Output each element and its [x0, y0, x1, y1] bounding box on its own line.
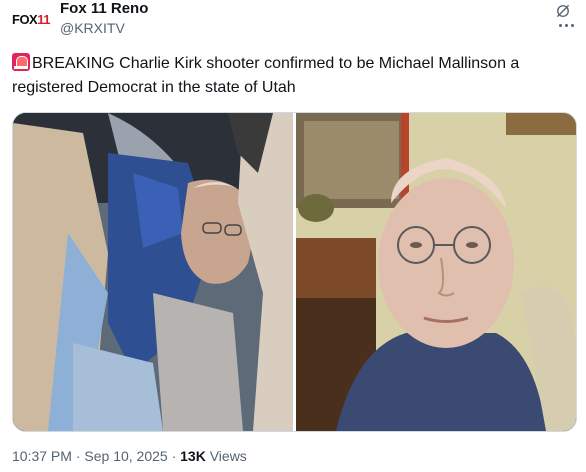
photo-right[interactable]	[296, 113, 576, 431]
tweet-text: BREAKING Charlie Kirk shooter confirmed …	[12, 52, 572, 100]
views-count: 13K	[180, 448, 206, 464]
siren-icon	[12, 53, 30, 71]
photo-left-image	[13, 113, 293, 431]
tweet-date[interactable]: Sep 10, 2025	[84, 448, 167, 464]
tweet-text-body: BREAKING Charlie Kirk shooter confirmed …	[12, 55, 520, 96]
grok-icon[interactable]	[554, 2, 572, 20]
more-icon[interactable]	[552, 20, 574, 30]
tweet-header: FOX11 Fox 11 Reno @KRXITV	[12, 0, 574, 44]
tweet-media[interactable]	[12, 112, 577, 432]
separator: ·	[71, 448, 85, 464]
tweet-footer: 10:37 PM · Sep 10, 2025 · 13K Views	[12, 448, 247, 464]
account-handle[interactable]: @KRXITV	[60, 20, 125, 36]
separator: ·	[167, 448, 181, 464]
photo-left[interactable]	[13, 113, 293, 431]
account-name[interactable]: Fox 11 Reno	[60, 0, 148, 17]
views-label: Views	[205, 448, 247, 464]
avatar[interactable]: FOX11	[12, 8, 52, 30]
photo-right-image	[296, 113, 576, 431]
fox11-logo: FOX11	[12, 11, 50, 27]
tweet-time[interactable]: 10:37 PM	[12, 448, 72, 464]
